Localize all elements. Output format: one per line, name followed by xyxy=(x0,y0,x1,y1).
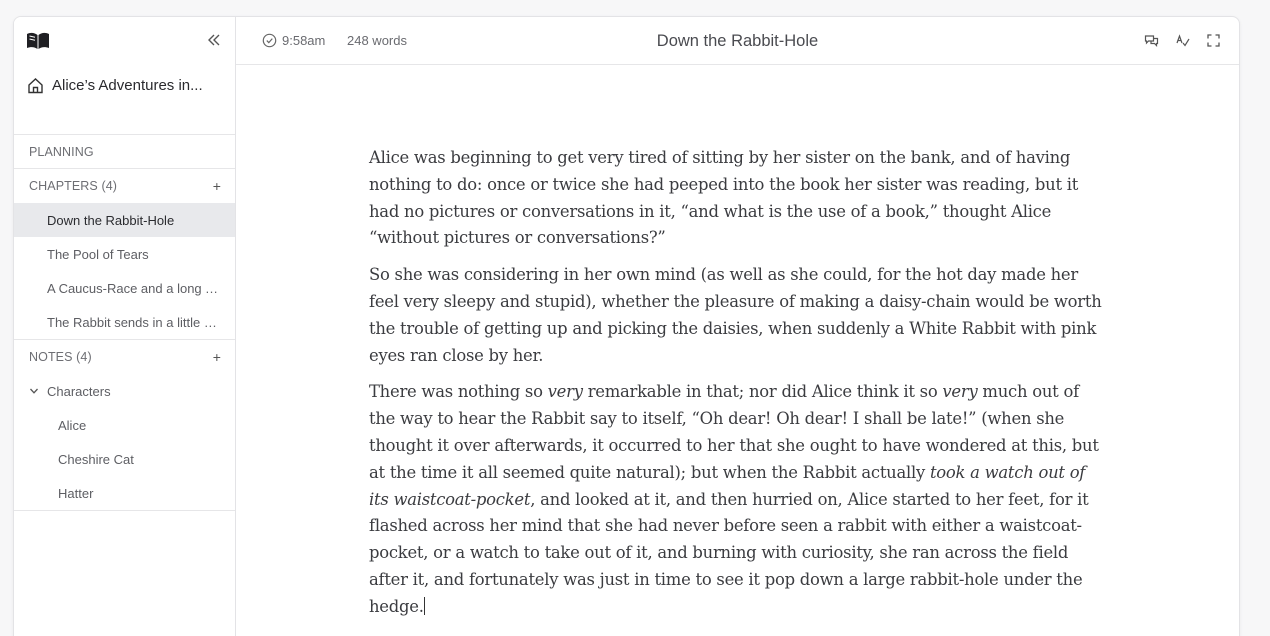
time-label: 9:58am xyxy=(282,33,326,48)
note-item[interactable]: Cheshire Cat xyxy=(14,442,235,476)
add-note-button[interactable]: + xyxy=(213,350,221,364)
chapters-label: CHAPTERS (4) xyxy=(29,179,118,193)
sidebar-header: Alice’s Adventures in... xyxy=(14,17,235,135)
editor-content[interactable]: Alice was beginning to get very tired of… xyxy=(369,145,1109,631)
home-icon xyxy=(28,78,43,94)
chevron-down-icon xyxy=(30,388,38,394)
toolbar-actions xyxy=(1144,33,1221,48)
note-item[interactable]: Hatter xyxy=(14,476,235,510)
note-item[interactable]: Alice xyxy=(14,408,235,442)
project-title: Alice’s Adventures in... xyxy=(52,77,203,94)
folder-characters[interactable]: Characters xyxy=(14,374,235,408)
app-window: Alice’s Adventures in... PLANNING CHAPTE… xyxy=(13,16,1240,636)
book-logo-icon xyxy=(27,32,49,49)
chapters-section: CHAPTERS (4) + Down the Rabbit-Hole The … xyxy=(14,169,235,340)
text-cursor xyxy=(423,596,425,615)
editor-pane: 9:58am 248 words Down the Rabbit-Hole Al… xyxy=(236,17,1239,636)
note-label: Alice xyxy=(58,417,87,433)
chapter-item[interactable]: The Pool of Tears xyxy=(14,237,235,271)
chapter-label: The Pool of Tears xyxy=(47,246,149,262)
note-label: Hatter xyxy=(58,485,94,501)
italic-text: very xyxy=(547,382,583,402)
comments-icon[interactable] xyxy=(1144,33,1159,48)
chapter-item[interactable]: The Rabbit sends in a little Bill xyxy=(14,305,235,339)
check-circle-icon xyxy=(262,33,277,48)
planning-section[interactable]: PLANNING xyxy=(14,135,235,169)
notes-label: NOTES (4) xyxy=(29,350,92,364)
chapter-label: A Caucus-Race and a long Tale xyxy=(47,280,221,296)
text-run: remarkable in that; nor did Alice think … xyxy=(582,382,943,402)
paragraph: Alice was beginning to get very tired of… xyxy=(369,148,1079,248)
add-chapter-button[interactable]: + xyxy=(213,179,221,193)
chapter-label: The Rabbit sends in a little Bill xyxy=(47,314,221,330)
chapters-header[interactable]: CHAPTERS (4) + xyxy=(14,169,235,203)
italic-text: very xyxy=(942,382,978,402)
chapter-label: Down the Rabbit-Hole xyxy=(47,212,175,228)
sidebar: Alice’s Adventures in... PLANNING CHAPTE… xyxy=(14,17,236,636)
notes-header[interactable]: NOTES (4) + xyxy=(14,340,235,374)
chapter-item[interactable]: Down the Rabbit-Hole xyxy=(14,203,235,237)
paragraph: So she was considering in her own mind (… xyxy=(369,265,1102,365)
fullscreen-icon[interactable] xyxy=(1206,33,1221,48)
folder-label: Characters xyxy=(47,383,111,399)
chevrons-left-icon[interactable] xyxy=(206,32,222,48)
note-label: Cheshire Cat xyxy=(58,451,134,467)
project-link[interactable]: Alice’s Adventures in... xyxy=(27,77,203,94)
save-time: 9:58am xyxy=(262,33,325,48)
spellcheck-icon[interactable] xyxy=(1175,33,1190,48)
editor-toolbar: 9:58am 248 words Down the Rabbit-Hole xyxy=(236,17,1239,65)
planning-label: PLANNING xyxy=(29,144,94,159)
paragraph: There was nothing so very remarkable in … xyxy=(369,379,1109,620)
notes-section: NOTES (4) + Characters Alice Cheshire Ca… xyxy=(14,340,235,511)
word-count: 248 words xyxy=(347,33,407,48)
chapter-item[interactable]: A Caucus-Race and a long Tale xyxy=(14,271,235,305)
text-run: There was nothing so xyxy=(369,382,548,402)
